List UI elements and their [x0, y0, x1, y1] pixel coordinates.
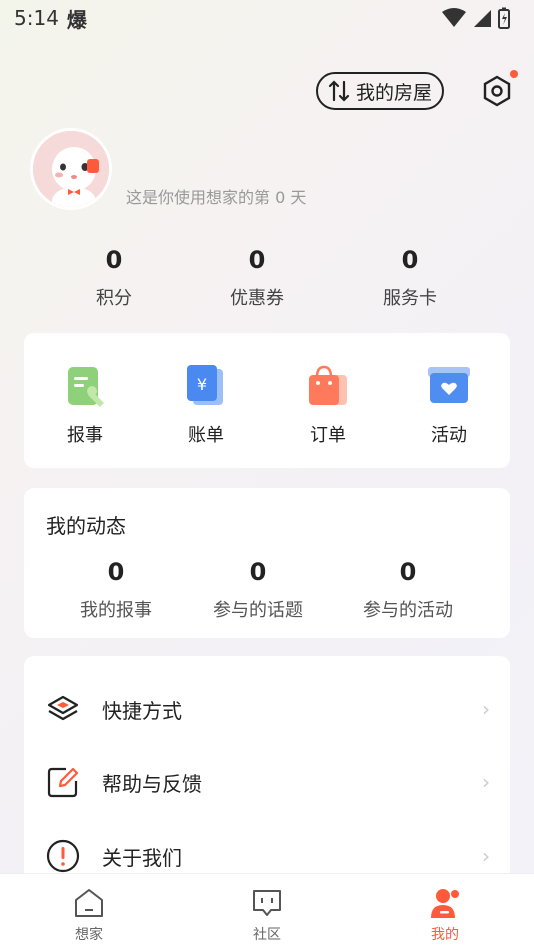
avatar[interactable]	[30, 128, 112, 210]
shortcut-order[interactable]: 订单	[278, 363, 378, 447]
switch-arrows-icon	[328, 80, 350, 102]
coupons-stat[interactable]: 0 优惠券	[197, 246, 317, 310]
joined-topics-stat[interactable]: 0 参与的话题	[188, 558, 328, 622]
menu-item-shortcuts[interactable]: 快捷方式 ›	[24, 679, 510, 739]
points-value: 0	[105, 246, 123, 274]
coupons-value: 0	[248, 246, 266, 274]
shortcut-activity[interactable]: 活动	[399, 363, 499, 447]
bill-icon: ¥	[183, 363, 229, 409]
my-dynamics-title: 我的动态	[46, 514, 126, 538]
joined-activities-label: 参与的活动	[363, 600, 453, 621]
my-dynamics-card: 我的动态 0 我的报事 0 参与的话题 0 参与的活动	[24, 488, 510, 638]
profile-icon	[428, 886, 462, 920]
chevron-right-icon: ›	[482, 770, 490, 794]
points-stat[interactable]: 0 积分	[54, 246, 174, 310]
report-icon	[62, 363, 108, 409]
service-card-stat[interactable]: 0 服务卡	[350, 246, 470, 310]
bottom-tab-bar: 想家 社区 我的	[0, 873, 534, 949]
menu-card: 快捷方式 › 帮助与反馈 › 关于我们 ›	[24, 656, 510, 886]
coupons-label: 优惠券	[230, 288, 284, 309]
my-house-label: 我的房屋	[355, 81, 432, 104]
tab-community-label: 社区	[253, 927, 281, 943]
usage-days-text: 这是你使用想家的第 0 天	[126, 188, 307, 207]
shortcut-order-label: 订单	[310, 425, 346, 446]
svg-text:¥: ¥	[197, 375, 207, 394]
profile-section: 这是你使用想家的第 0 天	[30, 128, 510, 212]
order-icon	[305, 363, 351, 409]
chevron-right-icon: ›	[482, 697, 490, 721]
activity-icon	[426, 363, 472, 409]
menu-item-shortcuts-label: 快捷方式	[102, 698, 182, 723]
tab-profile-label: 我的	[431, 927, 459, 943]
status-time: 5:14	[14, 6, 59, 30]
shortcuts-card: 报事 ¥ 账单 订单 活动	[24, 333, 510, 468]
top-actions: 我的房屋	[315, 70, 518, 110]
my-reports-stat[interactable]: 0 我的报事	[46, 558, 186, 622]
notification-dot	[510, 70, 518, 78]
tab-profile[interactable]: 我的	[356, 874, 534, 949]
shortcut-bill[interactable]: ¥ 账单	[156, 363, 256, 447]
avatar-mascot-icon	[33, 131, 109, 207]
menu-item-help-feedback[interactable]: 帮助与反馈 ›	[24, 752, 510, 812]
service-card-value: 0	[401, 246, 419, 274]
joined-topics-value: 0	[249, 558, 267, 586]
community-icon	[250, 886, 284, 920]
tab-community[interactable]: 社区	[178, 874, 356, 949]
chevron-right-icon: ›	[482, 844, 490, 868]
shortcut-activity-label: 活动	[431, 425, 467, 446]
joined-activities-stat[interactable]: 0 参与的活动	[338, 558, 478, 622]
status-app-glyph: 爆	[66, 7, 87, 32]
shortcut-report-label: 报事	[67, 425, 103, 446]
my-house-button[interactable]: 我的房屋	[315, 72, 444, 110]
gear-icon	[480, 74, 514, 108]
tab-home-label: 想家	[75, 927, 103, 943]
home-icon	[72, 886, 106, 920]
shortcut-bill-label: 账单	[188, 425, 224, 446]
points-label: 积分	[96, 288, 132, 309]
signal-icon	[472, 8, 492, 28]
joined-activities-value: 0	[399, 558, 417, 586]
settings-button[interactable]	[480, 70, 518, 108]
my-reports-label: 我的报事	[80, 600, 152, 621]
service-card-label: 服务卡	[383, 288, 437, 309]
joined-topics-label: 参与的话题	[213, 600, 303, 621]
battery-icon	[498, 7, 510, 29]
menu-item-about-us-label: 关于我们	[102, 845, 182, 870]
wifi-icon	[442, 8, 466, 28]
shortcut-report[interactable]: 报事	[35, 363, 135, 447]
my-reports-value: 0	[107, 558, 125, 586]
tab-home[interactable]: 想家	[0, 874, 178, 949]
edit-icon	[46, 765, 80, 799]
menu-item-help-feedback-label: 帮助与反馈	[102, 771, 202, 796]
layers-icon	[46, 692, 80, 726]
status-bar: 5:14 爆	[0, 0, 534, 36]
info-icon	[46, 839, 80, 873]
